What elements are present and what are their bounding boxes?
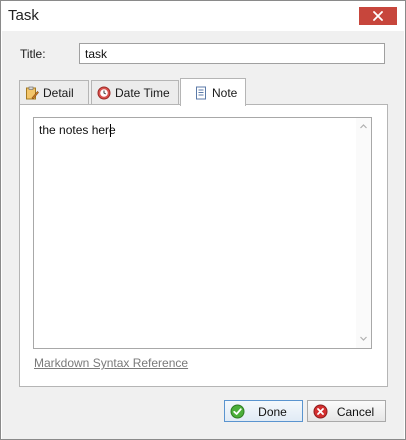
- title-label: Title:: [20, 47, 46, 61]
- tab-strip: Detail Date Time Note: [19, 78, 389, 106]
- notes-text: the notes here: [39, 123, 116, 137]
- vertical-scrollbar[interactable]: [356, 118, 371, 348]
- tab-detail[interactable]: Detail: [19, 80, 89, 105]
- title-input[interactable]: [79, 43, 385, 64]
- scroll-up-icon[interactable]: [359, 122, 368, 131]
- scroll-down-icon[interactable]: [359, 334, 368, 343]
- done-button-label: Done: [258, 405, 287, 419]
- note-tab-panel: the notes here Markdown Syntax Reference: [19, 104, 388, 387]
- window-title: Task: [8, 7, 39, 24]
- done-button[interactable]: Done: [224, 400, 303, 422]
- tab-date-time-label: Date Time: [115, 86, 170, 100]
- tab-date-time[interactable]: Date Time: [91, 80, 179, 105]
- cancel-button[interactable]: Cancel: [307, 400, 386, 422]
- title-bar: Task: [1, 1, 405, 31]
- markdown-syntax-link[interactable]: Markdown Syntax Reference: [34, 356, 188, 370]
- close-button[interactable]: [359, 7, 397, 25]
- tab-detail-label: Detail: [43, 86, 74, 100]
- cancel-button-label: Cancel: [336, 405, 375, 419]
- notes-textarea[interactable]: the notes here: [33, 117, 372, 349]
- document-icon: [196, 86, 206, 99]
- dialog-body: Title: Detail Date Time: [2, 31, 404, 439]
- clock-icon: [97, 86, 111, 100]
- text-caret: [110, 124, 111, 137]
- tab-note[interactable]: Note: [180, 78, 246, 106]
- tab-note-label: Note: [212, 85, 238, 100]
- close-icon: [373, 11, 383, 21]
- task-dialog: Task Title: Detail: [0, 0, 406, 440]
- clipboard-pencil-icon: [26, 86, 39, 100]
